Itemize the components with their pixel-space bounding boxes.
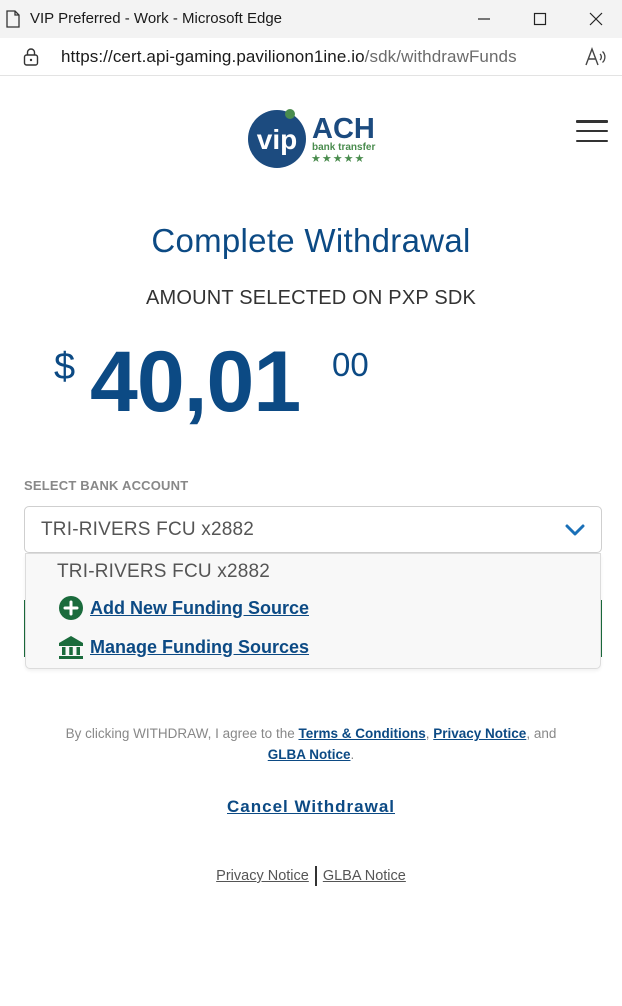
svg-text:ACH: ACH — [312, 113, 375, 145]
amount-cents: 00 — [332, 346, 369, 383]
option-bank-account[interactable]: TRI-RIVERS FCU x2882 — [57, 561, 270, 583]
bank-account-select[interactable]: TRI-RIVERS FCU x2882 — [24, 506, 602, 553]
cancel-withdrawal-container: Cancel Withdrawal — [0, 797, 622, 817]
amount-subtitle: AMOUNT SELECTED ON PXP SDK — [145, 287, 477, 309]
bank-icon — [59, 636, 83, 659]
minimize-button[interactable] — [456, 0, 512, 38]
plus-circle-icon — [59, 596, 83, 620]
selected-bank-account: TRI-RIVERS FCU x2882 — [41, 519, 255, 540]
legal-agreement-text: By clicking WITHDRAW, I agree to the Ter… — [0, 723, 622, 765]
legal-period: . — [350, 747, 355, 762]
footer-glba-notice-link[interactable]: GLBA Notice — [323, 868, 406, 884]
lock-icon — [23, 48, 39, 66]
legal-and: , and — [526, 726, 557, 741]
svg-text:★★★★★: ★★★★★ — [311, 152, 365, 165]
footer-links: Privacy Notice GLBA Notice — [0, 866, 622, 886]
menu-line — [576, 129, 608, 133]
page-icon — [6, 10, 20, 28]
privacy-notice-link[interactable]: Privacy Notice — [433, 726, 526, 741]
url-path: /sdk/withdrawFunds — [364, 47, 517, 66]
bank-account-label: SELECT BANK ACCOUNT — [24, 478, 189, 493]
hamburger-menu-button[interactable] — [576, 120, 608, 142]
close-icon — [589, 12, 603, 26]
glba-notice-link[interactable]: GLBA Notice — [268, 747, 351, 762]
maximize-icon — [533, 12, 547, 26]
vip-ach-logo: vip ACH bank transfer ★★★★★ — [248, 109, 375, 168]
add-funding-source-label: Add New Funding Source — [90, 597, 309, 618]
amount-whole: 40,01 — [90, 334, 301, 430]
menu-line — [576, 120, 608, 123]
page-title: Complete Withdrawal — [151, 222, 471, 259]
terms-link[interactable]: Terms & Conditions — [298, 726, 425, 741]
read-aloud-icon[interactable] — [584, 46, 608, 68]
legal-prefix: By clicking WITHDRAW, I agree to the — [65, 726, 299, 741]
url-host: https://cert.api-gaming.pavilionon1ine.i… — [61, 47, 365, 66]
maximize-button[interactable] — [512, 0, 568, 38]
svg-text:vip: vip — [257, 124, 297, 155]
add-funding-source-link[interactable]: Add New Funding Source — [58, 595, 309, 621]
close-button[interactable] — [568, 0, 622, 38]
window-title: VIP Preferred - Work - Microsoft Edge — [30, 10, 283, 27]
cancel-withdrawal-link[interactable]: Cancel Withdrawal — [227, 797, 395, 816]
footer-separator — [314, 866, 317, 886]
currency-symbol: $ — [54, 346, 76, 388]
manage-funding-sources-link[interactable]: Manage Funding Sources — [58, 634, 309, 660]
browser-title-bar: VIP Preferred - Work - Microsoft Edge — [0, 0, 622, 38]
manage-funding-sources-label: Manage Funding Sources — [90, 636, 310, 657]
footer-privacy-notice-link[interactable]: Privacy Notice — [216, 868, 309, 884]
bank-account-dropdown: TRI-RIVERS FCU x2882 Add New Funding Sou… — [25, 553, 601, 669]
minimize-icon — [478, 18, 490, 20]
address-bar[interactable]: https://cert.api-gaming.pavilionon1ine.i… — [0, 38, 622, 76]
url-text[interactable]: https://cert.api-gaming.pavilionon1ine.i… — [61, 47, 517, 67]
menu-line — [576, 139, 608, 142]
chevron-down-icon — [565, 524, 585, 536]
